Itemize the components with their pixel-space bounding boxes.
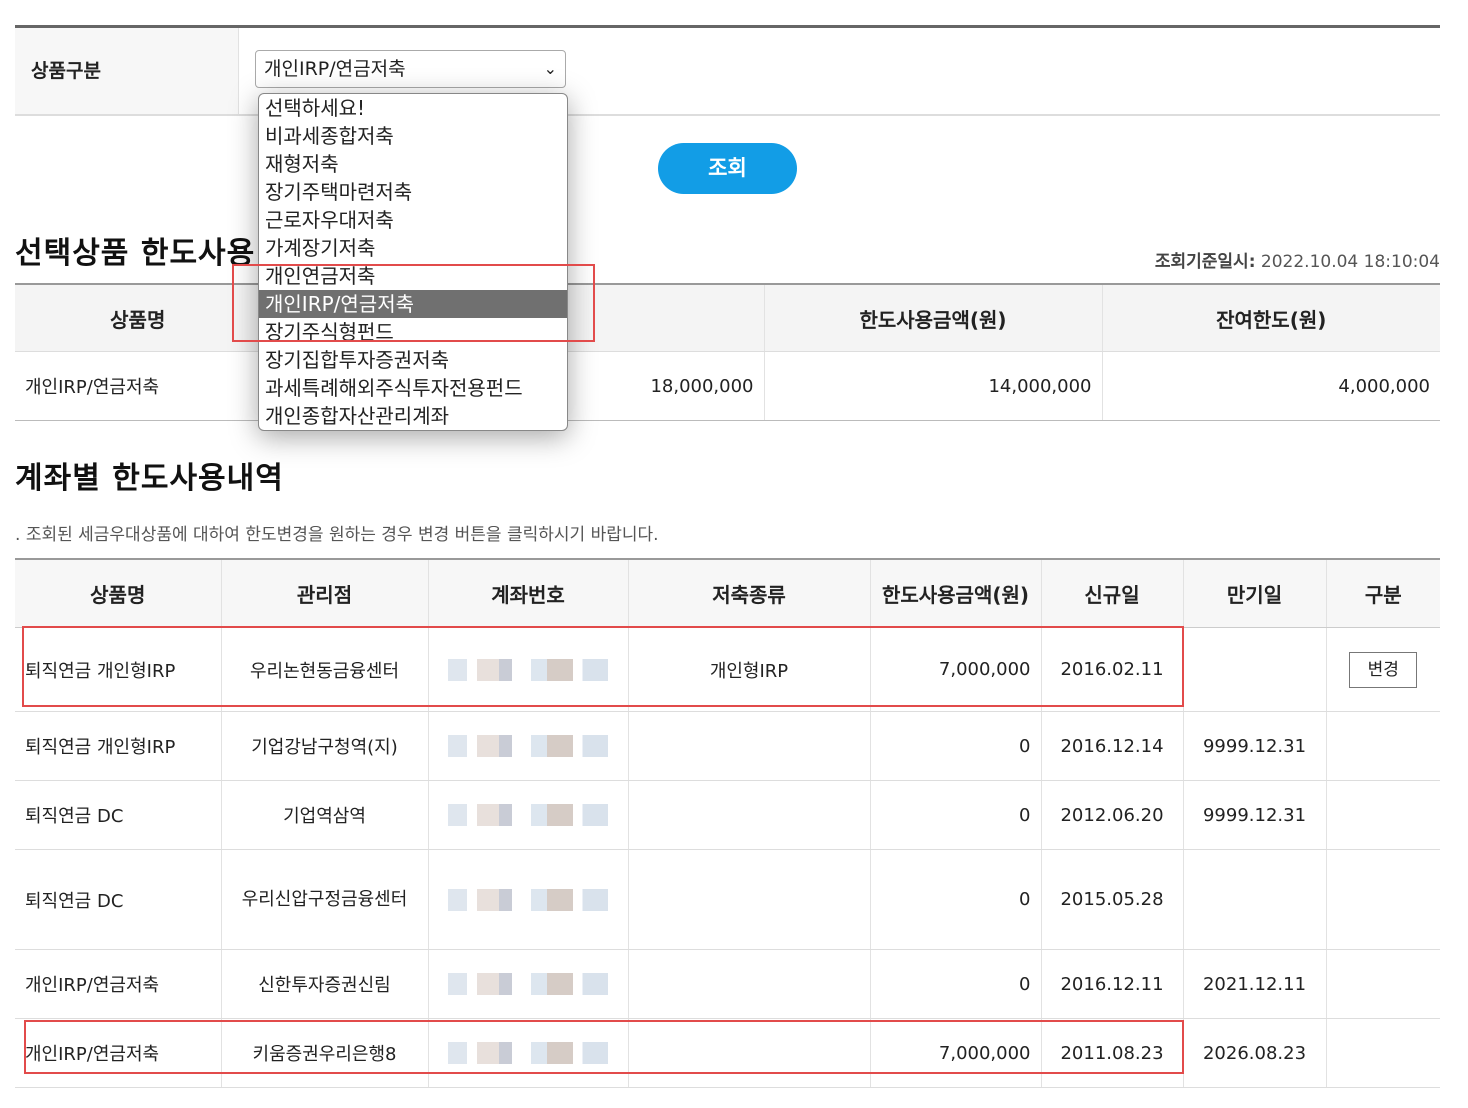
accounts-header: 만기일 <box>1182 558 1326 628</box>
cell-product: 퇴직연금 개인형IRP <box>15 711 221 781</box>
cell-type <box>627 711 870 781</box>
summary-table: 상품명 총한도(원) 한도사용금액(원) 잔여한도(원) 개인IRP/연금저축 … <box>15 283 1440 421</box>
dropdown-option[interactable]: 근로자우대저축 <box>259 206 567 234</box>
summary-header: 잔여한도(원) <box>1101 283 1440 352</box>
summary-title: 선택상품 한도사용 <box>15 236 256 271</box>
asof: 조회기준일시: 2022.10.04 18:10:04 <box>1155 247 1440 272</box>
chevron-down-icon: ⌄ <box>543 59 557 78</box>
summary-cell-product: 개인IRP/연금저축 <box>15 351 261 421</box>
filter-label: 상품구분 <box>15 28 239 114</box>
dropdown-option[interactable]: 비과세종합저축 <box>259 122 567 150</box>
dropdown-option[interactable]: 과세특례해외주식투자전용펀드 <box>259 374 567 402</box>
redacted-account <box>448 735 608 757</box>
cell-branch: 기업강남구청역(지) <box>220 711 428 781</box>
dropdown-option[interactable]: 가계장기저축 <box>259 234 567 262</box>
product-select[interactable]: 개인IRP/연금저축 ⌄ <box>255 50 566 88</box>
summary-cell-used: 14,000,000 <box>763 351 1102 421</box>
cell-amount: 0 <box>869 949 1041 1019</box>
asof-value: 2022.10.04 18:10:04 <box>1260 252 1440 272</box>
cell-type <box>627 849 870 950</box>
accounts-header: 한도사용금액(원) <box>869 558 1041 628</box>
table-row: 퇴직연금 DC 기업역삼역 0 2012.06.20 9999.12.31 <box>15 780 1440 850</box>
search-button[interactable]: 조회 <box>658 143 797 194</box>
cell-maturity <box>1182 849 1326 950</box>
dropdown-option[interactable]: 장기집합투자증권저축 <box>259 346 567 374</box>
accounts-header: 신규일 <box>1040 558 1183 628</box>
cell-branch: 신한투자증권신림 <box>220 949 428 1019</box>
accounts-header: 구분 <box>1325 558 1440 628</box>
product-dropdown-list: 선택하세요! 비과세종합저축 재형저축 장기주택마련저축 근로자우대저축 가계장… <box>258 93 568 431</box>
cell-product: 개인IRP/연금저축 <box>15 949 221 1019</box>
table-row: 퇴직연금 DC 우리신압구정금융센터 0 2015.05.28 <box>15 849 1440 950</box>
cell-maturity: 2026.08.23 <box>1182 1018 1326 1088</box>
dropdown-option[interactable]: 재형저축 <box>259 150 567 178</box>
cell-maturity: 2021.12.11 <box>1182 949 1326 1019</box>
dropdown-option[interactable]: 장기주택마련저축 <box>259 178 567 206</box>
cell-opened: 2012.06.20 <box>1040 780 1183 850</box>
select-value: 개인IRP/연금저축 <box>264 58 406 80</box>
redacted-account <box>448 804 608 826</box>
summary-header: 한도사용금액(원) <box>763 283 1102 352</box>
summary-header-row: 상품명 총한도(원) 한도사용금액(원) 잔여한도(원) <box>15 283 1440 352</box>
table-row: 개인IRP/연금저축 신한투자증권신림 0 2016.12.11 2021.12… <box>15 949 1440 1019</box>
accounts-header: 저축종류 <box>627 558 870 628</box>
cell-product: 퇴직연금 DC <box>15 780 221 850</box>
cell-maturity: 9999.12.31 <box>1182 780 1326 850</box>
cell-type <box>627 780 870 850</box>
cell-amount: 0 <box>869 849 1041 950</box>
cell-account-number <box>427 711 628 781</box>
table-row: 퇴직연금 개인형IRP 기업강남구청역(지) 0 2016.12.14 9999… <box>15 711 1440 781</box>
asof-label: 조회기준일시: <box>1154 252 1256 272</box>
dropdown-option[interactable]: 개인종합자산관리계좌 <box>259 402 567 430</box>
cell-action <box>1325 711 1440 781</box>
cell-maturity <box>1182 627 1326 712</box>
cell-action <box>1325 1018 1440 1088</box>
summary-cell-remaining: 4,000,000 <box>1101 351 1440 421</box>
accounts-header: 계좌번호 <box>427 558 628 628</box>
accounts-header: 상품명 <box>15 558 221 628</box>
accounts-header-row: 상품명 관리점 계좌번호 저축종류 한도사용금액(원) 신규일 만기일 구분 <box>15 558 1440 628</box>
redacted-account <box>448 973 608 995</box>
cell-account-number <box>427 780 628 850</box>
cell-product: 퇴직연금 DC <box>15 849 221 950</box>
cell-action <box>1325 949 1440 1019</box>
summary-row: 개인IRP/연금저축 18,000,000 14,000,000 4,000,0… <box>15 351 1440 421</box>
cell-maturity: 9999.12.31 <box>1182 711 1326 781</box>
highlight-box <box>22 626 1184 707</box>
dropdown-option[interactable]: 선택하세요! <box>259 94 567 122</box>
cell-account-number <box>427 949 628 1019</box>
highlight-box <box>24 1020 1184 1074</box>
cell-branch: 우리신압구정금융센터 <box>220 849 428 950</box>
cell-branch: 기업역삼역 <box>220 780 428 850</box>
bullet-icon: . <box>15 525 26 545</box>
cell-action: 변경 <box>1325 627 1440 712</box>
highlight-box <box>232 264 595 342</box>
cell-type <box>627 949 870 1019</box>
cell-action <box>1325 849 1440 950</box>
accounts-header: 관리점 <box>220 558 428 628</box>
cell-opened: 2015.05.28 <box>1040 849 1183 950</box>
filter-row: 상품구분 <box>15 25 1440 116</box>
cell-opened: 2016.12.11 <box>1040 949 1183 1019</box>
cell-account-number <box>427 849 628 950</box>
cell-action <box>1325 780 1440 850</box>
summary-header: 상품명 <box>15 283 261 352</box>
note-text: 조회된 세금우대상품에 대하여 한도변경을 원하는 경우 변경 버튼을 클릭하시… <box>25 525 659 545</box>
cell-amount: 0 <box>869 711 1041 781</box>
cell-opened: 2016.12.14 <box>1040 711 1183 781</box>
accounts-note: . 조회된 세금우대상품에 대하여 한도변경을 원하는 경우 변경 버튼을 클릭… <box>15 520 659 545</box>
accounts-title: 계좌별 한도사용내역 <box>15 461 284 496</box>
change-button[interactable]: 변경 <box>1349 651 1418 688</box>
redacted-account <box>448 888 608 911</box>
cell-amount: 0 <box>869 780 1041 850</box>
